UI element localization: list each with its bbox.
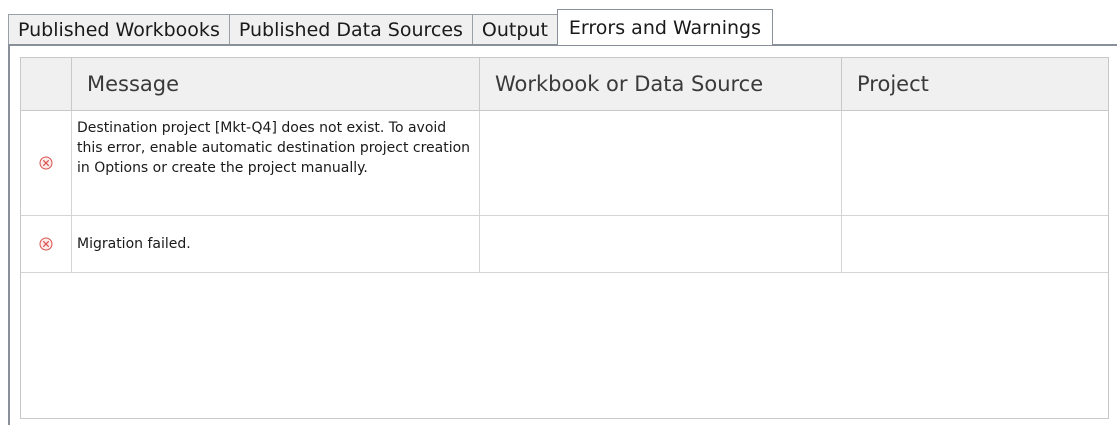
tab-output[interactable]: Output bbox=[471, 14, 558, 45]
grid-header: Message Workbook or Data Source Project bbox=[21, 58, 1108, 111]
error-circle-x-icon bbox=[39, 156, 53, 170]
row-icon-cell bbox=[21, 111, 72, 215]
tab-published-workbooks[interactable]: Published Workbooks bbox=[8, 14, 230, 45]
message-cell: Migration failed. bbox=[72, 216, 480, 272]
row-icon-cell bbox=[21, 216, 72, 272]
tab-published-data-sources[interactable]: Published Data Sources bbox=[228, 14, 473, 45]
table-row[interactable]: Migration failed. bbox=[21, 216, 1108, 273]
errors-window: Published Workbooks Published Data Sourc… bbox=[0, 0, 1117, 425]
column-header-icon[interactable] bbox=[21, 58, 72, 110]
error-circle-x-icon bbox=[39, 237, 53, 251]
errors-grid[interactable]: Message Workbook or Data Source Project … bbox=[20, 57, 1109, 419]
message-cell: Destination project [Mkt-Q4] does not ex… bbox=[72, 111, 480, 215]
column-header-message[interactable]: Message bbox=[72, 58, 480, 110]
table-row[interactable]: Destination project [Mkt-Q4] does not ex… bbox=[21, 111, 1108, 216]
tab-errors-and-warnings[interactable]: Errors and Warnings bbox=[556, 9, 773, 45]
workbook-or-data-source-cell bbox=[480, 216, 842, 272]
project-cell bbox=[842, 111, 1108, 215]
tab-strip: Published Workbooks Published Data Sourc… bbox=[8, 9, 773, 45]
project-cell bbox=[842, 216, 1108, 272]
column-header-project[interactable]: Project bbox=[842, 58, 1108, 110]
workbook-or-data-source-cell bbox=[480, 111, 842, 215]
tab-panel: Message Workbook or Data Source Project … bbox=[8, 44, 1117, 425]
column-header-workbook-or-data-source[interactable]: Workbook or Data Source bbox=[480, 58, 842, 110]
